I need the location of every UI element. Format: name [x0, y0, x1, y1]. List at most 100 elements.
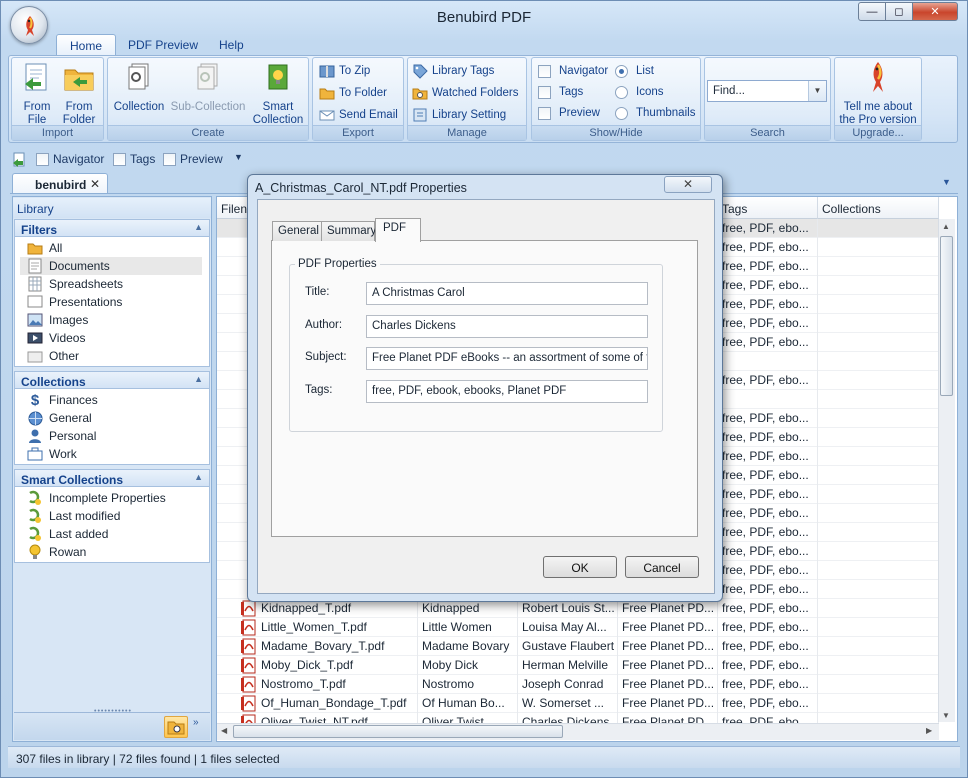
tags-field[interactable]: free, PDF, ebook, ebooks, Planet PDF: [366, 380, 648, 403]
quickbar-navigator[interactable]: Navigator: [36, 152, 104, 166]
tab-pdf-preview[interactable]: PDF Preview: [115, 34, 211, 56]
quickbar-tags-label: Tags: [130, 152, 156, 166]
search-dropdown-chevron-icon[interactable]: ▼: [808, 81, 826, 101]
close-window-button[interactable]: ✕: [912, 2, 958, 21]
column-header-tags[interactable]: Tags: [718, 197, 818, 219]
tags-toggle[interactable]: Tags: [538, 83, 583, 101]
smart-item-last-added[interactable]: Last added: [27, 525, 187, 543]
tab-overflow-chevron-icon[interactable]: ▼: [942, 177, 951, 187]
collections-collapse-chevron-icon[interactable]: ▲: [194, 374, 203, 384]
quickbar-customize-chevron-icon[interactable]: ▼: [234, 152, 243, 162]
send-email-button[interactable]: Send Email: [319, 106, 398, 124]
list-radio[interactable]: [615, 64, 628, 78]
filter-item-images[interactable]: Images: [27, 311, 187, 329]
to-zip-button[interactable]: To Zip: [319, 62, 370, 80]
quickbar-tags-checkbox[interactable]: [113, 152, 126, 166]
collection-item-personal[interactable]: Personal: [27, 427, 187, 445]
vertical-scroll-thumb[interactable]: [940, 236, 953, 396]
splitter-grip[interactable]: •••••••••••: [94, 708, 132, 715]
app-menu-button[interactable]: [10, 6, 48, 44]
filters-header[interactable]: Filters ▲: [14, 219, 210, 237]
smart-collection-label-2: Collection: [252, 114, 304, 126]
filter-item-documents[interactable]: Documents: [20, 257, 202, 275]
icons-radio[interactable]: [615, 85, 628, 99]
icons-view-option[interactable]: Icons: [615, 83, 664, 101]
sub-collection-button[interactable]: Sub-Collection: [168, 62, 248, 114]
table-row[interactable]: Little_Women_T.pdf Little Women Louisa May…: [217, 618, 939, 637]
library-tab[interactable]: benubird ✕: [12, 173, 108, 194]
collection-item-general[interactable]: General: [27, 409, 187, 427]
folder-search-icon: [167, 721, 185, 735]
preview-toggle[interactable]: Preview: [538, 104, 600, 122]
tags-checkbox[interactable]: [538, 85, 551, 99]
dialog-tab-pdf[interactable]: PDF: [375, 218, 421, 242]
subject-cell: Free Planet PD...: [618, 656, 718, 675]
column-header-collections[interactable]: Collections: [818, 197, 939, 219]
smart-item-rowan[interactable]: Rowan: [27, 543, 187, 561]
filter-item-videos[interactable]: Videos: [27, 329, 187, 347]
library-tags-button[interactable]: Library Tags: [412, 62, 494, 80]
author-field[interactable]: Charles Dickens: [366, 315, 648, 338]
list-view-option[interactable]: List: [615, 62, 654, 80]
table-row[interactable]: Madame_Bovary_T.pdf Madame Bovary Gustave …: [217, 637, 939, 656]
title-field[interactable]: A Christmas Carol: [366, 282, 648, 305]
scroll-up-icon[interactable]: ▲: [942, 222, 950, 231]
smart-collection-button[interactable]: Smart Collection: [250, 62, 306, 127]
quickbar-app-icon[interactable]: [12, 152, 28, 168]
tags-cell: free, PDF, ebo...: [718, 523, 818, 542]
navigator-toggle-button[interactable]: [164, 716, 188, 738]
navigator-checkbox[interactable]: [538, 64, 551, 78]
thumbnails-radio[interactable]: [615, 106, 628, 120]
tab-help[interactable]: Help: [206, 34, 257, 56]
collection-button[interactable]: Collection: [111, 62, 167, 114]
collection-item-work[interactable]: Work: [27, 445, 187, 463]
filter-item-all[interactable]: All: [27, 239, 187, 257]
tab-home[interactable]: Home: [56, 34, 117, 56]
tags-cell: free, PDF, ebo...: [718, 371, 818, 390]
quickbar-tags[interactable]: Tags: [113, 152, 155, 166]
ok-button[interactable]: OK: [543, 556, 617, 578]
navigator-toggle[interactable]: Navigator: [538, 62, 608, 80]
maximize-button[interactable]: ◻: [885, 2, 913, 21]
dialog-close-button[interactable]: ✕: [664, 176, 712, 193]
subject-field[interactable]: Free Planet PDF eBooks -- an assortment …: [366, 347, 648, 370]
from-file-button[interactable]: From File: [16, 62, 58, 127]
to-folder-button[interactable]: To Folder: [319, 84, 387, 102]
filter-item-other[interactable]: Other: [27, 347, 187, 365]
watched-folders-button[interactable]: Watched Folders: [412, 84, 519, 102]
footer-expand-chevron-icon[interactable]: »: [193, 717, 199, 728]
library-tab-close-icon[interactable]: ✕: [90, 177, 100, 191]
table-row[interactable]: Nostromo_T.pdf Nostromo Joseph Conrad Free …: [217, 675, 939, 694]
library-setting-button[interactable]: Library Setting: [412, 106, 506, 124]
horizontal-scroll-thumb[interactable]: [233, 725, 563, 738]
dialog-tab-general[interactable]: General: [272, 221, 322, 241]
thumbnails-view-option[interactable]: Thumbnails: [615, 104, 695, 122]
preview-checkbox[interactable]: [538, 106, 551, 120]
scroll-down-icon[interactable]: ▼: [942, 711, 950, 720]
image-icon: [27, 312, 43, 328]
quickbar-navigator-checkbox[interactable]: [36, 152, 49, 166]
collections-cell: [818, 219, 939, 238]
filter-item-presentations[interactable]: Presentations: [27, 293, 187, 311]
filter-item-spreadsheets[interactable]: Spreadsheets: [27, 275, 187, 293]
tell-me-pro-button[interactable]: Tell me about the Pro version: [836, 60, 920, 127]
dialog-tab-summary[interactable]: Summary: [321, 221, 376, 241]
smart-collections-collapse-chevron-icon[interactable]: ▲: [194, 472, 203, 482]
scroll-left-icon[interactable]: ◀: [221, 726, 227, 735]
quickbar-preview[interactable]: Preview: [163, 152, 223, 166]
scroll-right-icon[interactable]: ▶: [926, 726, 932, 735]
collections-header[interactable]: Collections ▲: [14, 371, 210, 389]
smart-item-incomplete[interactable]: Incomplete Properties: [27, 489, 187, 507]
table-row[interactable]: Of_Human_Bondage_T.pdf Of Human Bo... W. S…: [217, 694, 939, 713]
filters-collapse-chevron-icon[interactable]: ▲: [194, 222, 203, 232]
collection-item-finances[interactable]: $ Finances: [27, 391, 187, 409]
library-panel-header: Library: [13, 198, 211, 218]
quickbar-preview-checkbox[interactable]: [163, 152, 176, 166]
cancel-button[interactable]: Cancel: [625, 556, 699, 578]
smart-item-last-modified[interactable]: Last modified: [27, 507, 187, 525]
smart-collections-header[interactable]: Smart Collections ▲: [14, 469, 210, 487]
author-cell: Joseph Conrad: [518, 675, 618, 694]
from-folder-button[interactable]: From Folder: [58, 62, 100, 127]
minimize-button[interactable]: —: [858, 2, 886, 21]
table-row[interactable]: Moby_Dick_T.pdf Moby Dick Herman Melville F…: [217, 656, 939, 675]
